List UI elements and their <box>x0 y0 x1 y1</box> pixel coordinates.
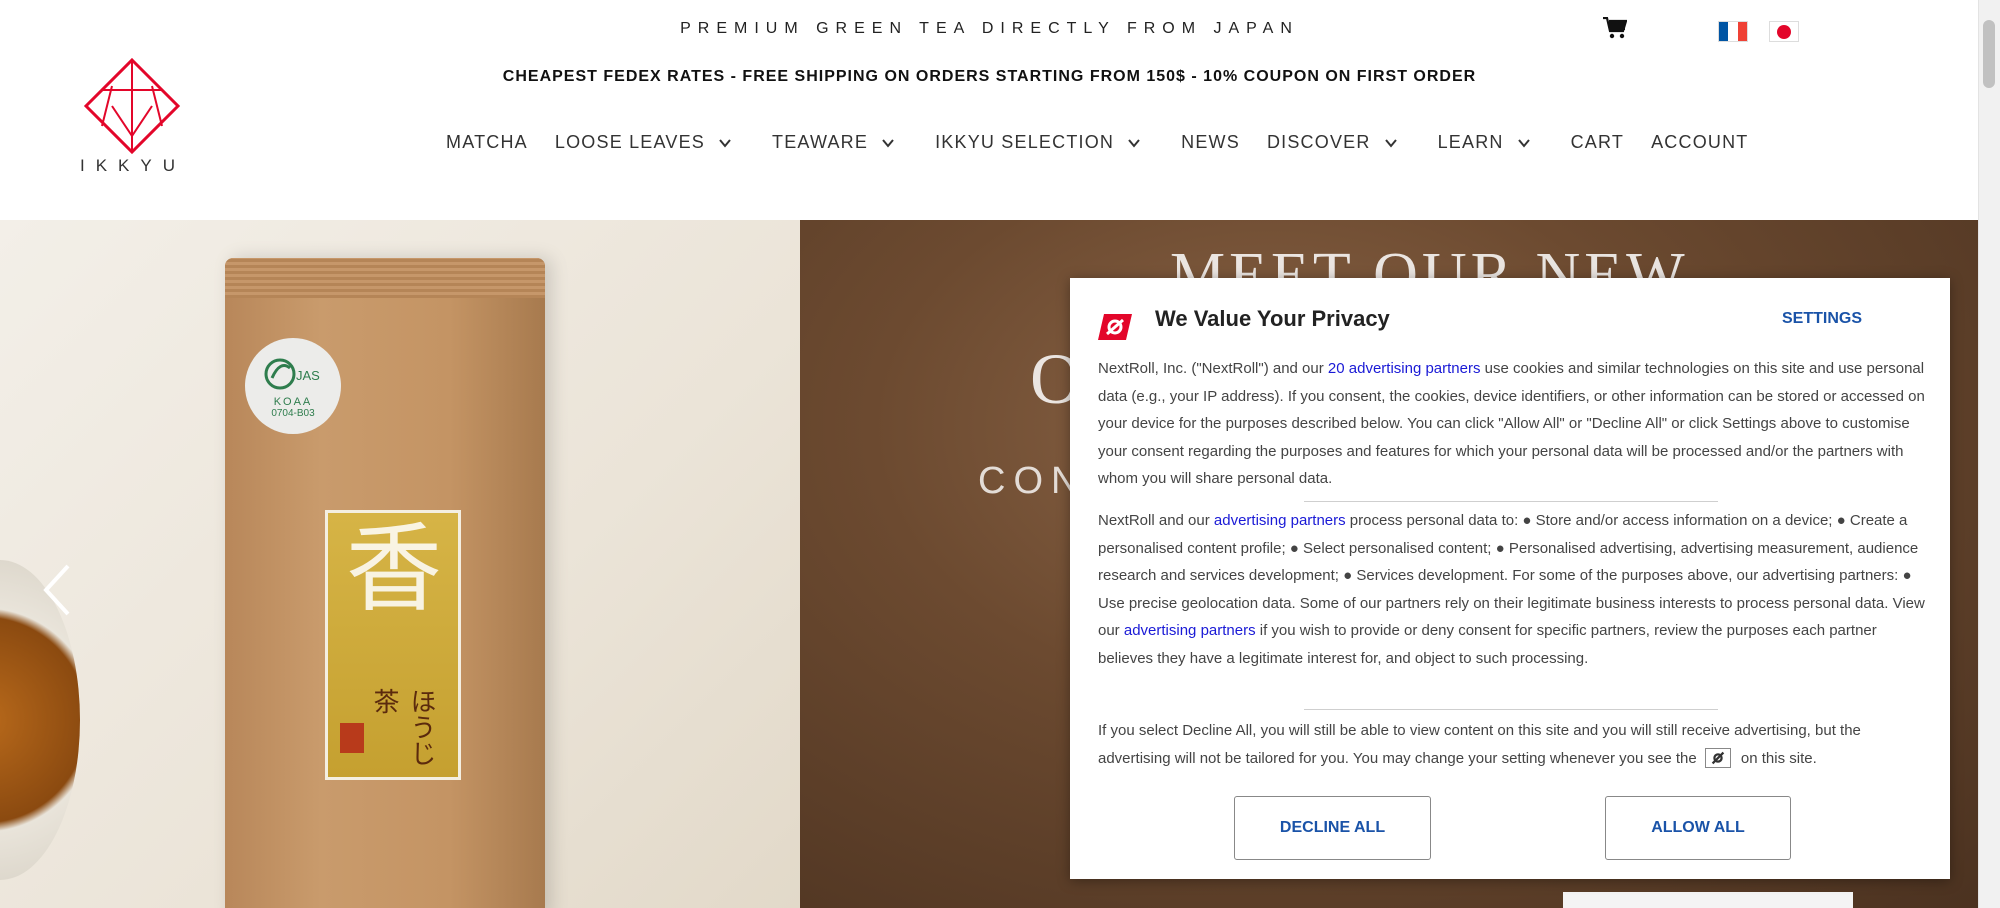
nav-loose-leaves[interactable]: LOOSE LEAVES <box>555 132 745 153</box>
slider-prev-arrow-icon[interactable] <box>38 560 78 620</box>
dialog-title: We Value Your Privacy <box>1155 306 1390 331</box>
page: PREMIUM GREEN TEA DIRECTLY FROM JAPAN CH… <box>0 0 1979 908</box>
nav-discover[interactable]: DISCOVER <box>1267 132 1411 153</box>
seal-number-text: 0704-B03 <box>271 407 315 419</box>
p2-text: NextRoll and our <box>1098 512 1214 529</box>
chevron-down-icon <box>882 138 894 148</box>
p1-text: NextRoll, Inc. ("NextRoll") and our <box>1098 360 1328 377</box>
hero-product-image: JAS KOAA 0704-B03 香 ほうじ茶 <box>0 220 800 908</box>
chevron-down-icon <box>1384 138 1397 148</box>
decline-all-button[interactable]: DECLINE ALL <box>1234 796 1431 860</box>
jas-leaf-icon: JAS <box>264 358 320 389</box>
nav-label: NEWS <box>1181 132 1240 152</box>
nav-news[interactable]: NEWS <box>1181 132 1240 153</box>
nav-learn[interactable]: LEARN <box>1438 132 1544 153</box>
label-stamp <box>340 723 364 753</box>
flag-jp-icon[interactable] <box>1769 21 1799 42</box>
settings-button[interactable]: SETTINGS <box>1782 310 1862 328</box>
consent-paragraph-1: NextRoll, Inc. ("NextRoll") and our 20 a… <box>1098 355 1928 493</box>
organic-seal: JAS KOAA 0704-B03 <box>245 338 341 434</box>
advertising-partners-link[interactable]: 20 advertising partners <box>1328 360 1481 377</box>
nav-account[interactable]: ACCOUNT <box>1651 132 1748 153</box>
p3-text: on this site. <box>1740 749 1817 767</box>
seal-jas-text: JAS <box>296 368 320 383</box>
nav-ikkyu-selection[interactable]: IKKYU SELECTION <box>935 132 1154 153</box>
allow-all-button[interactable]: ALLOW ALL <box>1605 796 1791 860</box>
advertising-partners-link[interactable]: advertising partners <box>1124 622 1256 639</box>
flag-fr-icon[interactable] <box>1718 21 1748 42</box>
hero-button-edge <box>1563 892 1853 908</box>
nav-label: LOOSE LEAVES <box>554 132 706 152</box>
divider <box>1304 501 1718 502</box>
nav-label: MATCHA <box>446 132 528 152</box>
label-hojicha: ほうじ茶 <box>369 688 436 766</box>
bag-label: 香 ほうじ茶 <box>325 510 461 780</box>
nav-label: IKKYU SELECTION <box>935 132 1115 152</box>
divider <box>1304 709 1718 710</box>
p1-text: use cookies and similar technologies on … <box>1098 360 1925 487</box>
tea-bag-image: JAS KOAA 0704-B03 香 ほうじ茶 <box>225 258 545 908</box>
nextroll-settings-icon[interactable] <box>1704 747 1731 768</box>
nav-label: LEARN <box>1437 132 1504 152</box>
nav-matcha[interactable]: MATCHA <box>446 132 528 153</box>
nav-cart[interactable]: CART <box>1571 132 1624 153</box>
advertising-partners-link[interactable]: advertising partners <box>1214 512 1346 529</box>
scrollbar-thumb[interactable] <box>1983 20 1995 88</box>
nav-label: ACCOUNT <box>1651 132 1749 152</box>
chevron-down-icon <box>1517 138 1530 148</box>
nav-label: TEAWARE <box>772 132 869 152</box>
seal-koaa-text: KOAA <box>273 395 313 408</box>
logo-text: IKKYU <box>79 156 187 175</box>
page-scrollbar[interactable] <box>1978 0 2000 908</box>
tagline: PREMIUM GREEN TEA DIRECTLY FROM JAPAN <box>680 20 1299 37</box>
nextroll-logo-icon <box>1098 314 1132 340</box>
nav-teaware[interactable]: TEAWARE <box>772 132 908 153</box>
chevron-down-icon <box>1128 138 1140 148</box>
privacy-consent-dialog: We Value Your Privacy SETTINGS NextRoll,… <box>1070 278 1950 879</box>
main-nav: MATCHA LOOSE LEAVES TEAWARE IKKYU SELECT… <box>446 132 1776 153</box>
consent-paragraph-3: If you select Decline All, you will stil… <box>1098 717 1928 772</box>
label-kanji: 香 <box>346 513 442 625</box>
cart-icon[interactable] <box>1603 17 1627 39</box>
p2-text: process personal data to: ● Store and/or… <box>1098 512 1925 639</box>
bag-seal-strip <box>225 258 545 298</box>
shipping-banner: CHEAPEST FEDEX RATES - FREE SHIPPING ON … <box>502 68 1477 85</box>
consent-paragraph-2: NextRoll and our advertising partners pr… <box>1098 507 1928 672</box>
nav-label: DISCOVER <box>1266 132 1371 152</box>
chevron-down-icon <box>719 138 731 148</box>
nav-label: CART <box>1570 132 1625 152</box>
